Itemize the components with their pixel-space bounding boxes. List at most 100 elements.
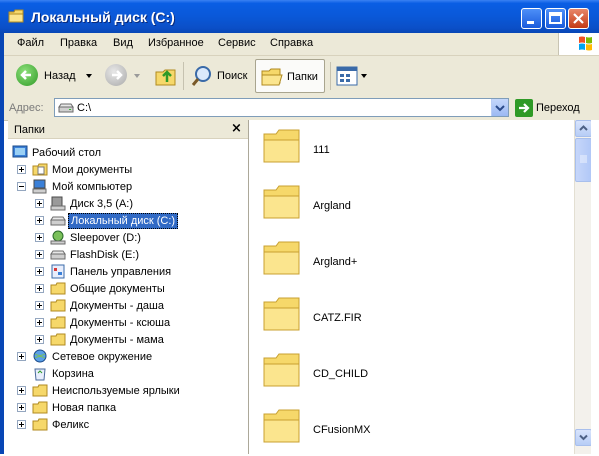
list-item[interactable]: Argland+ bbox=[262, 238, 562, 288]
folder-icon bbox=[263, 129, 300, 163]
address-bar: Адрес: C:\ Переход bbox=[0, 96, 599, 121]
maximize-icon bbox=[549, 12, 562, 24]
folder-icon bbox=[50, 316, 66, 329]
scroll-thumb[interactable] bbox=[575, 138, 592, 182]
folder-icon bbox=[50, 299, 66, 312]
close-button[interactable] bbox=[568, 8, 589, 29]
address-input[interactable]: C:\ bbox=[54, 98, 509, 117]
toolbar-separator bbox=[183, 62, 184, 90]
expand-plus-icon[interactable] bbox=[35, 216, 44, 225]
close-icon bbox=[573, 13, 584, 24]
tree-item-label-selected: Локальный диск (C:) bbox=[68, 213, 179, 229]
scroll-up-button[interactable] bbox=[575, 120, 592, 137]
tree-item-label: Новая папка bbox=[52, 402, 117, 414]
search-button[interactable]: Поиск bbox=[188, 59, 251, 93]
window-title: Локальный диск (C:) bbox=[31, 9, 175, 25]
address-dropdown-button[interactable] bbox=[491, 99, 508, 116]
expand-plus-icon[interactable] bbox=[17, 403, 26, 412]
folders-label: Папки bbox=[287, 71, 318, 83]
menu-view[interactable]: Вид bbox=[113, 37, 133, 49]
folder-icon bbox=[50, 333, 66, 346]
tree-item-label: Рабочий стол bbox=[32, 147, 102, 159]
forward-button[interactable] bbox=[102, 59, 142, 93]
folder-icon bbox=[50, 282, 66, 295]
search-label: Поиск bbox=[217, 70, 248, 82]
toolbar-separator bbox=[330, 62, 331, 90]
back-label: Назад bbox=[44, 70, 76, 82]
back-dropdown-icon[interactable] bbox=[86, 74, 92, 78]
address-value: C:\ bbox=[77, 102, 92, 114]
folder-icon bbox=[263, 409, 300, 443]
expand-plus-icon[interactable] bbox=[35, 284, 44, 293]
list-item[interactable]: CFusionMX bbox=[262, 406, 562, 456]
expand-plus-icon[interactable] bbox=[17, 386, 26, 395]
list-item[interactable]: 111 bbox=[262, 126, 562, 176]
recycle-bin-icon bbox=[34, 368, 46, 381]
expand-plus-icon[interactable] bbox=[35, 318, 44, 327]
tree-item-label: Неиспользуемые ярлыки bbox=[52, 385, 180, 397]
windows-flag-icon bbox=[579, 36, 592, 51]
list-item[interactable]: CATZ.FIR bbox=[262, 294, 562, 344]
folders-pane-header: Папки × bbox=[8, 120, 248, 139]
tree-item-label: FlashDisk (E:) bbox=[70, 249, 140, 261]
close-pane-icon[interactable]: × bbox=[231, 121, 242, 136]
file-name: Argland bbox=[313, 200, 351, 212]
list-item[interactable]: Argland bbox=[262, 182, 562, 232]
collapse-minus-icon[interactable] bbox=[17, 182, 26, 191]
removable-drive-icon bbox=[50, 250, 66, 260]
folders-icon bbox=[261, 68, 283, 86]
back-button[interactable]: Назад bbox=[13, 59, 95, 93]
menu-edit[interactable]: Правка bbox=[60, 37, 97, 49]
folder-icon bbox=[263, 185, 300, 219]
folder-icon bbox=[8, 9, 24, 23]
expand-plus-icon[interactable] bbox=[17, 352, 26, 361]
folder-icon bbox=[263, 353, 300, 387]
chevron-up-icon bbox=[579, 125, 588, 131]
expand-plus-icon[interactable] bbox=[17, 165, 26, 174]
vertical-scrollbar[interactable] bbox=[574, 120, 592, 454]
window-edge-right bbox=[591, 120, 599, 454]
menu-help[interactable]: Справка bbox=[270, 37, 313, 49]
expand-plus-icon[interactable] bbox=[35, 267, 44, 276]
expand-plus-icon[interactable] bbox=[35, 250, 44, 259]
menu-favorites[interactable]: Избранное bbox=[148, 37, 204, 49]
tree-item-label: Общие документы bbox=[70, 283, 165, 295]
expand-plus-icon[interactable] bbox=[17, 420, 26, 429]
floppy-drive-icon bbox=[50, 196, 66, 211]
title-bar[interactable]: Локальный диск (C:) bbox=[0, 0, 599, 33]
scroll-down-button[interactable] bbox=[575, 429, 592, 446]
forward-dropdown-icon[interactable] bbox=[134, 74, 140, 78]
views-dropdown-icon[interactable] bbox=[361, 74, 367, 78]
hard-drive-icon bbox=[50, 216, 66, 226]
expand-plus-icon[interactable] bbox=[35, 199, 44, 208]
views-button[interactable] bbox=[334, 59, 368, 93]
hard-drive-icon bbox=[58, 103, 74, 113]
computer-icon bbox=[32, 179, 47, 194]
folders-pane: Папки × Рабочий стол Мои документы Мой к… bbox=[8, 120, 249, 454]
tree-item-label: Мои документы bbox=[52, 164, 133, 176]
chevron-down-icon bbox=[579, 434, 588, 441]
cd-drive-icon bbox=[50, 230, 66, 245]
expand-plus-icon[interactable] bbox=[35, 301, 44, 310]
up-button[interactable] bbox=[150, 59, 180, 93]
minimize-icon bbox=[527, 21, 534, 24]
menu-bar: Файл Правка Вид Избранное Сервис Справка bbox=[0, 33, 599, 56]
maximize-button[interactable] bbox=[545, 8, 566, 29]
list-item[interactable]: CD_CHILD bbox=[262, 350, 562, 400]
folder-icon bbox=[32, 418, 48, 431]
window-frame-left bbox=[0, 33, 4, 454]
toolbar: Назад Поиск Папки bbox=[0, 56, 599, 97]
expand-plus-icon[interactable] bbox=[35, 233, 44, 242]
menu-tools[interactable]: Сервис bbox=[218, 37, 256, 49]
file-name: CD_CHILD bbox=[313, 368, 369, 380]
folders-pane-title: Папки bbox=[14, 124, 45, 136]
menu-file[interactable]: Файл bbox=[17, 37, 44, 49]
folders-button[interactable]: Папки bbox=[255, 59, 325, 93]
minimize-button[interactable] bbox=[521, 8, 542, 29]
address-label: Адрес: bbox=[9, 102, 44, 114]
tree-item-label: Мой компьютер bbox=[52, 181, 133, 193]
tree-item-label: Корзина bbox=[52, 368, 94, 380]
expand-plus-icon[interactable] bbox=[35, 335, 44, 344]
go-label: Переход bbox=[536, 102, 580, 114]
go-button[interactable]: Переход bbox=[515, 99, 595, 117]
